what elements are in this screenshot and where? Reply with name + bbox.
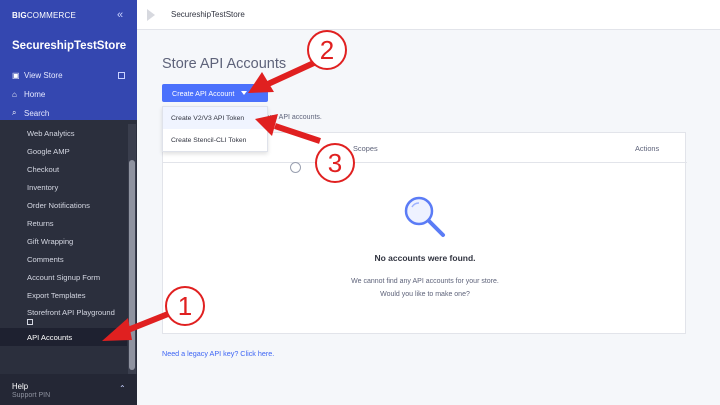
api-accounts-table: Scopes Actions No accounts were found. W… [162,132,687,334]
sidebar-link-home[interactable]: ⌂ Home [12,86,45,102]
sidebar-item-export-templates[interactable]: Export Templates [0,286,127,304]
support-pin-label: Support PIN [12,392,51,399]
sidebar-item-gift-wrapping[interactable]: Gift Wrapping [0,232,127,250]
chevron-down-icon [241,91,247,95]
external-link-icon [118,72,125,79]
annotation-number-3: 3 [315,143,355,183]
sidebar: BIGCOMMERCE « SecureshipTestStore ▣ View… [0,0,137,405]
sidebar-item-order-notifications[interactable]: Order Notifications [0,196,127,214]
column-header-scopes: Scopes [353,144,378,153]
top-header: SecureshipTestStore [137,0,720,30]
search-icon: ⌕ [12,108,17,117]
breadcrumb-arrow-icon [147,9,155,21]
sidebar-item-google-amp[interactable]: Google AMP [0,142,127,160]
empty-state-title: No accounts were found. [374,253,476,263]
menu-item-create-v2-v3-token[interactable]: Create V2/V3 API Token [163,107,267,129]
create-dropdown-menu: Create V2/V3 API Token Create Stencil-CL… [162,106,268,152]
settings-menu: Web Analytics Google AMP Checkout Invent… [0,124,127,346]
storefront-api-playground-label: Storefront API Playground [27,307,115,317]
collapse-sidebar-icon[interactable]: « [117,9,123,21]
sidebar-link-view-store[interactable]: ▣ View Store [12,67,63,83]
sidebar-item-inventory[interactable]: Inventory [0,178,127,196]
sidebar-item-checkout[interactable]: Checkout [0,160,127,178]
sidebar-item-comments[interactable]: Comments [0,250,127,268]
home-icon: ⌂ [12,89,17,99]
column-header-actions: Actions [635,144,660,153]
annotation-number-2: 2 [307,30,347,70]
view-store-label: View Store [24,70,63,80]
sidebar-scroll-thumb[interactable] [129,160,135,370]
select-radio[interactable] [290,162,301,173]
table-header-divider [163,162,687,163]
sidebar-item-storefront-api-playground[interactable]: Storefront API Playground [0,304,127,328]
empty-state-line2: Would you like to make one? [380,291,470,298]
bigcommerce-logo[interactable]: BIGCOMMERCE [12,11,76,20]
sidebar-link-search[interactable]: ⌕ Search [12,105,49,121]
sidebar-item-returns[interactable]: Returns [0,214,127,232]
store-icon: ▣ [12,70,20,80]
annotation-number-1: 1 [165,286,205,326]
header-store-title: SecureshipTestStore [171,10,245,19]
create-api-account-label: Create API Account [172,88,235,98]
page-title: Store API Accounts [162,56,287,72]
search-label: Search [24,108,50,118]
menu-item-create-stencil-cli-token[interactable]: Create Stencil-CLI Token [163,129,267,151]
empty-state-line1: We cannot find any API accounts for your… [351,278,499,285]
sidebar-header: BIGCOMMERCE « SecureshipTestStore ▣ View… [0,0,137,120]
help-section[interactable]: Help Support PIN ⌃ [0,374,137,405]
legacy-api-key-link[interactable]: Need a legacy API key? Click here. [162,349,274,358]
create-api-account-button[interactable]: Create API Account [162,84,268,102]
home-label: Home [24,89,46,99]
store-name: SecureshipTestStore [12,40,127,52]
sidebar-item-api-accounts[interactable]: API Accounts [0,328,127,346]
help-title: Help [12,382,29,391]
sidebar-item-web-analytics[interactable]: Web Analytics [0,124,127,142]
max-accounts-note: imum API accounts. [260,114,322,121]
external-link-icon [27,318,33,325]
magnifier-illustration-icon [404,196,445,237]
sidebar-item-account-signup-form[interactable]: Account Signup Form [0,268,127,286]
chevron-up-icon[interactable]: ⌃ [119,384,126,393]
